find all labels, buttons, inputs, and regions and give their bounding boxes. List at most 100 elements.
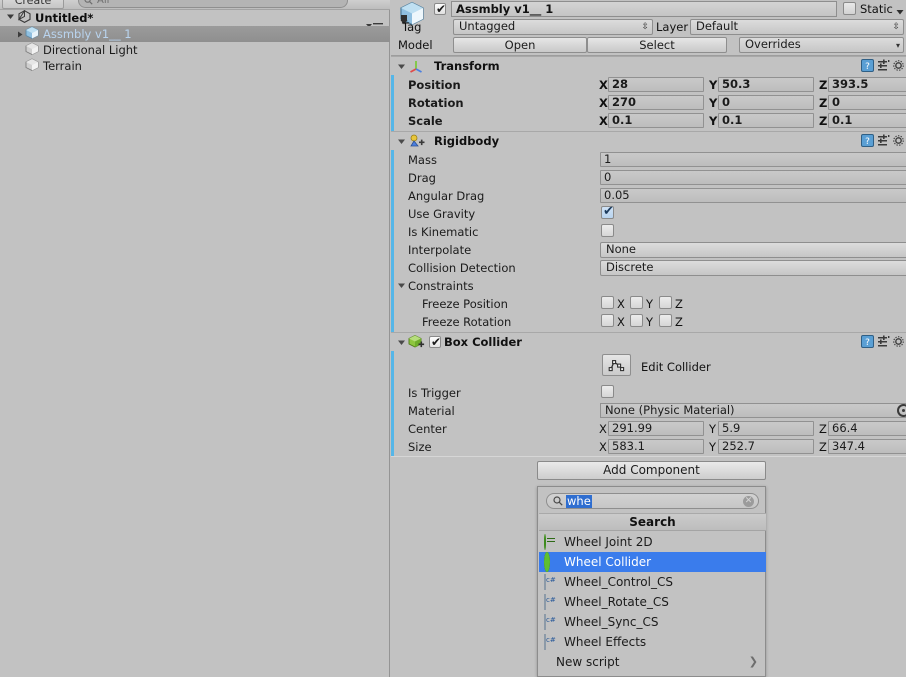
collision-detection-dropdown[interactable]: Discrete ⇳ [600, 260, 906, 276]
freeze-rotation-y-checkbox[interactable] [630, 314, 643, 327]
position-z-input[interactable]: 393.5 [828, 77, 906, 92]
size-x-input[interactable]: 583.1 [608, 439, 704, 454]
gear-icon[interactable] [893, 335, 904, 351]
help-icon[interactable]: ? [861, 59, 874, 75]
foldout-open-icon[interactable] [397, 337, 406, 350]
drag-input[interactable]: 0 [600, 170, 906, 185]
scale-z-input[interactable]: 0.1 [828, 113, 906, 128]
center-y-input[interactable]: 5.9 [718, 421, 814, 436]
component-rigidbody: Rigidbody ? Mass 1 Drag 0 Angular Drag 0… [391, 131, 906, 333]
clear-search-icon[interactable]: ✕ [743, 496, 754, 507]
tag-dropdown[interactable]: Untagged ⇳ [453, 19, 653, 35]
material-object-field[interactable]: None (Physic Material) [600, 403, 906, 418]
foldout-open-icon[interactable] [397, 61, 406, 74]
axis-y-label: Y [709, 440, 717, 454]
axis-x-label: X [617, 297, 625, 311]
hierarchy-panel: Create All Untitled* Assmbly v1__ 1 Dire… [0, 0, 390, 677]
model-open-button[interactable]: Open [453, 37, 587, 53]
rigidbody-header[interactable]: Rigidbody ? [391, 132, 906, 150]
interpolate-dropdown[interactable]: None ⇳ [600, 242, 906, 258]
preset-icon[interactable] [877, 335, 890, 351]
create-button[interactable]: Create [2, 0, 64, 9]
model-overrides-dropdown[interactable]: Overrides ▾ [739, 37, 904, 53]
static-checkbox[interactable] [843, 2, 856, 15]
result-item-wheel-joint-2d[interactable]: Wheel Joint 2D [539, 532, 766, 552]
size-y-input[interactable]: 252.7 [718, 439, 814, 454]
gameobject-enabled-checkbox[interactable]: ✔ [434, 2, 446, 16]
tag-layer-row: Tag Untagged ⇳ Layer Default ⇳ [391, 18, 906, 35]
hierarchy-search-input[interactable]: All [78, 0, 348, 8]
scale-y-input[interactable]: 0.1 [718, 113, 814, 128]
preset-icon[interactable] [877, 134, 890, 150]
scale-x-input[interactable]: 0.1 [608, 113, 704, 128]
box-collider-header[interactable]: ✔ Box Collider ? [391, 333, 906, 351]
model-select-button[interactable]: Select [587, 37, 727, 53]
drag-label: Drag [408, 171, 436, 185]
mass-input[interactable]: 1 [600, 152, 906, 167]
axis-y-label: Y [709, 78, 718, 92]
rotation-z-input[interactable]: 0 [828, 95, 906, 110]
physics2d-icon [544, 533, 559, 550]
rigidbody-mass-row: Mass 1 [391, 150, 906, 168]
angular-drag-label: Angular Drag [408, 189, 485, 203]
is-trigger-checkbox[interactable] [601, 385, 614, 398]
freeze-position-x-checkbox[interactable] [601, 296, 614, 309]
result-item-wheel-collider[interactable]: Wheel Collider [539, 551, 766, 572]
component-search-input[interactable]: whe ✕ [546, 493, 759, 509]
is-kinematic-checkbox[interactable] [601, 224, 614, 237]
gear-icon[interactable] [893, 59, 904, 75]
layer-dropdown[interactable]: Default ⇳ [690, 19, 904, 35]
angular-drag-input[interactable]: 0.05 [600, 188, 906, 203]
edit-collider-label: Edit Collider [641, 360, 711, 374]
center-z-input[interactable]: 66.4 [828, 421, 906, 436]
edit-collider-button[interactable] [602, 354, 631, 376]
help-icon[interactable]: ? [861, 134, 874, 150]
rigidbody-constraints-foldout-row[interactable]: Constraints [391, 276, 906, 294]
result-item-wheel-sync-cs[interactable]: Wheel_Sync_CS [539, 612, 766, 632]
foldout-open-icon[interactable] [397, 280, 406, 293]
hierarchy-item-directional-light[interactable]: Directional Light [0, 42, 390, 58]
result-item-wheel-control-cs[interactable]: Wheel_Control_CS [539, 572, 766, 592]
hierarchy-item-assmbly[interactable]: Assmbly v1__ 1 [0, 26, 390, 42]
transform-title: Transform [434, 59, 500, 73]
chevron-down-icon[interactable] [6, 11, 15, 24]
use-gravity-checkbox[interactable]: ✔ [601, 204, 614, 219]
axis-y-label: Y [709, 114, 718, 128]
object-picker-icon[interactable] [897, 404, 906, 417]
gameobject-name-input[interactable]: Assmbly v1__ 1 [451, 1, 837, 17]
static-dropdown-icon[interactable] [896, 5, 904, 18]
box-collider-enabled-checkbox[interactable]: ✔ [429, 335, 441, 349]
help-icon[interactable]: ? [861, 335, 874, 351]
position-x-input[interactable]: 28 [608, 77, 704, 92]
result-label: Wheel Collider [564, 555, 652, 569]
scene-root-row[interactable]: Untitled* [0, 8, 390, 30]
result-item-new-script[interactable]: New script ❯ [539, 652, 766, 672]
chevron-right-icon[interactable] [14, 30, 25, 39]
gameobject-cube-icon [25, 42, 39, 58]
rigidbody-freeze-position-row: Freeze Position X Y Z [391, 294, 906, 312]
add-component-button[interactable]: Add Component [537, 461, 766, 480]
foldout-open-icon[interactable] [397, 136, 406, 149]
transform-header[interactable]: Transform ? [391, 57, 906, 75]
preset-icon[interactable] [877, 59, 890, 75]
result-item-wheel-effects[interactable]: Wheel Effects [539, 632, 766, 652]
size-z-input[interactable]: 347.4 [828, 439, 906, 454]
hierarchy-item-terrain[interactable]: Terrain [0, 58, 390, 74]
position-y-input[interactable]: 50.3 [718, 77, 814, 92]
freeze-rotation-x-checkbox[interactable] [601, 314, 614, 327]
box-collider-is-trigger-row: Is Trigger [391, 383, 906, 401]
use-gravity-label: Use Gravity [408, 207, 476, 221]
result-item-wheel-rotate-cs[interactable]: Wheel_Rotate_CS [539, 592, 766, 612]
rotation-y-input[interactable]: 0 [718, 95, 814, 110]
gear-icon[interactable] [893, 134, 904, 150]
updown-arrows-icon: ⇳ [892, 22, 900, 32]
freeze-rotation-z-checkbox[interactable] [659, 314, 672, 327]
component-header-icons: ? [861, 134, 904, 150]
center-x-input[interactable]: 291.99 [608, 421, 704, 436]
rotation-x-input[interactable]: 270 [608, 95, 704, 110]
freeze-position-z-checkbox[interactable] [659, 296, 672, 309]
model-label: Model [398, 38, 433, 52]
freeze-position-y-checkbox[interactable] [630, 296, 643, 309]
search-results-title: Search [539, 513, 766, 531]
axis-x-label: X [617, 315, 625, 329]
